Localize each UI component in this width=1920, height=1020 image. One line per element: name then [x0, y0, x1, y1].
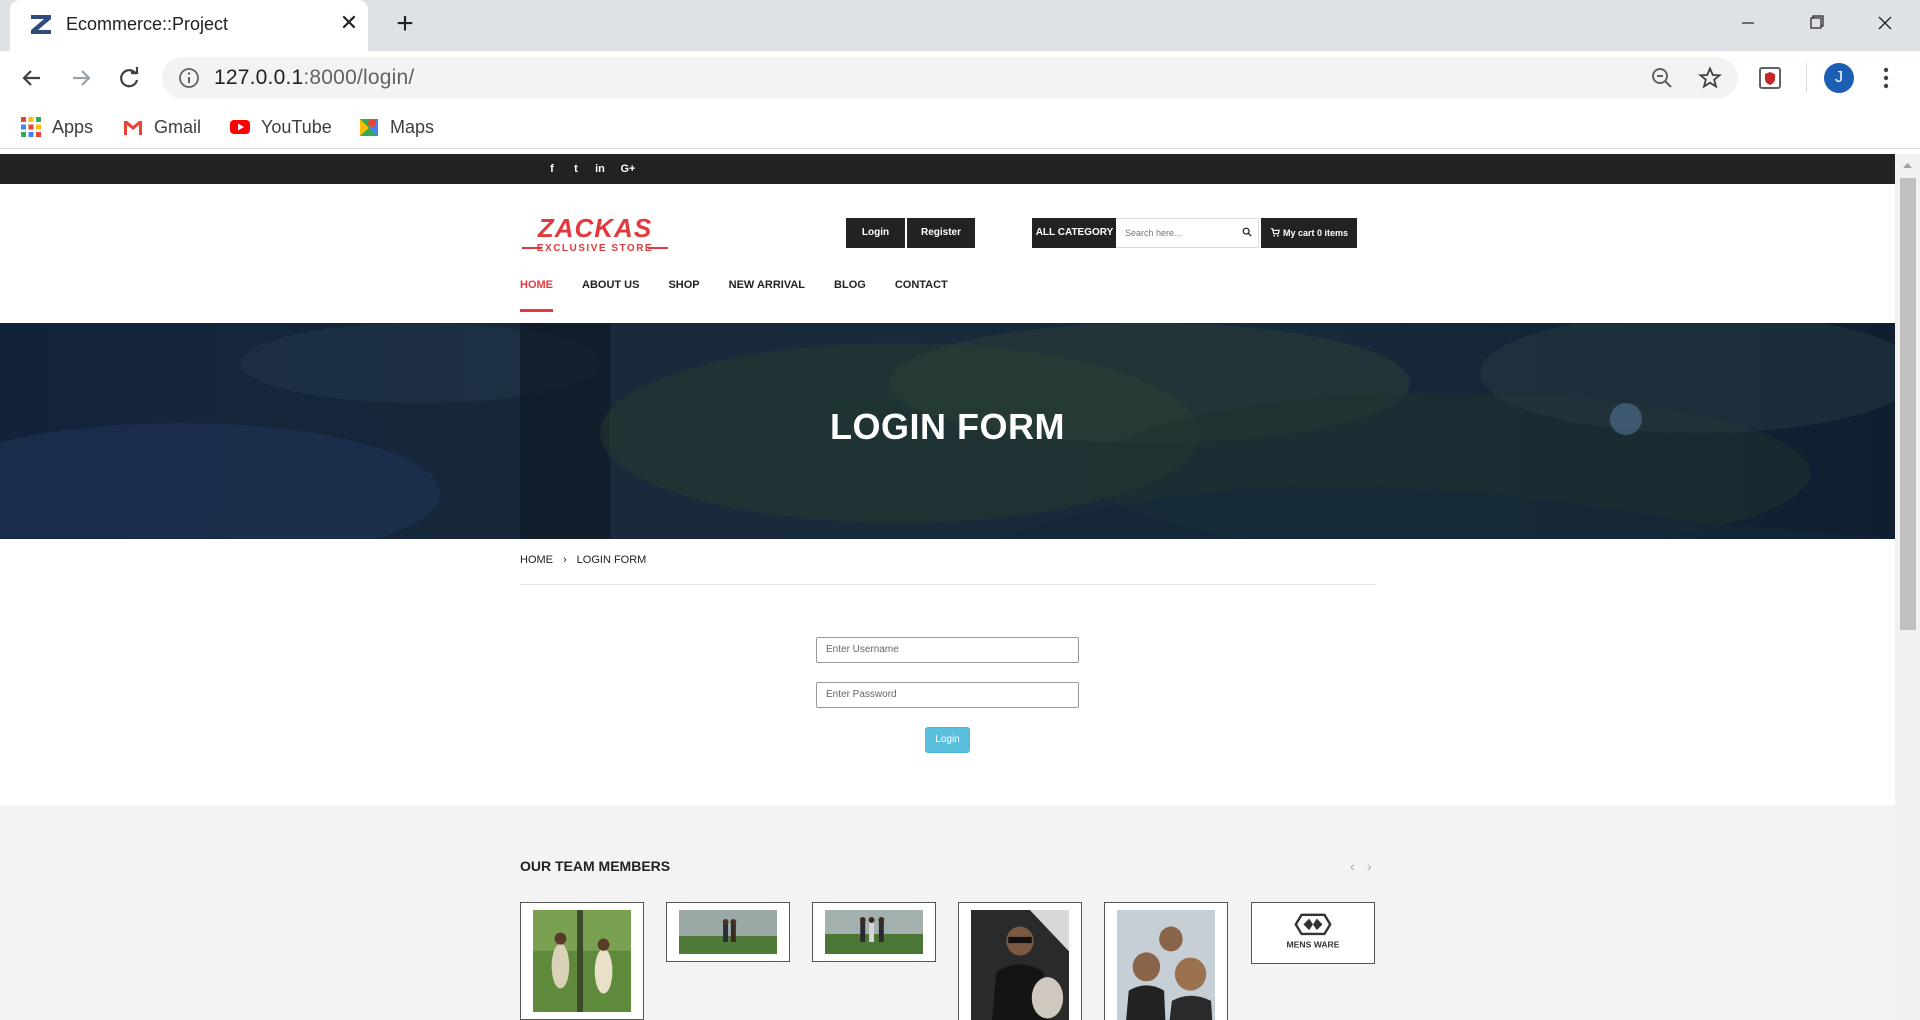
team-member-card[interactable]: [666, 902, 790, 962]
password-input[interactable]: Enter Password: [816, 682, 1079, 708]
breadcrumb-current: LOGIN FORM: [576, 554, 647, 566]
menu-item-new-arrival[interactable]: NEW ARRIVAL: [729, 276, 805, 312]
username-input[interactable]: Enter Username: [816, 637, 1079, 663]
forward-arrow-icon[interactable]: [65, 62, 97, 94]
search-icon[interactable]: [1235, 218, 1259, 248]
social-topbar: f t in G+: [0, 154, 1895, 184]
bookmark-youtube[interactable]: YouTube: [229, 113, 332, 141]
url-text: 127.0.0.1:8000/login/: [214, 66, 415, 89]
team-member-card[interactable]: [520, 902, 644, 1020]
close-tab-icon[interactable]: ✕: [336, 10, 362, 36]
scroll-up-arrow-icon[interactable]: [1895, 154, 1920, 176]
browser-toolbar: 127.0.0.1:8000/login/ J: [0, 51, 1920, 105]
breadcrumb: HOME › LOGIN FORM: [520, 554, 646, 566]
carousel-next-icon[interactable]: ›: [1367, 858, 1372, 874]
menu-item-about-us[interactable]: ABOUT US: [582, 276, 639, 312]
svg-text:EXCLUSIVE STORE: EXCLUSIVE STORE: [537, 243, 653, 254]
bookmarks-bar: Apps Gmail YouTube Maps: [0, 105, 1920, 149]
cart-label: My cart 0 items: [1282, 228, 1349, 238]
team-member-card[interactable]: MENS WARE: [1251, 902, 1375, 964]
all-category-button[interactable]: ALL CATEGORY: [1032, 218, 1117, 248]
team-title: OUR TEAM MEMBERS: [520, 858, 671, 874]
site-header: ZACKAS EXCLUSIVE STORE Login Register AL…: [0, 184, 1895, 312]
svg-text:MENS WARE: MENS WARE: [1287, 939, 1340, 949]
breadcrumb-home-link[interactable]: HOME: [520, 554, 553, 566]
bookmark-gmail[interactable]: Gmail: [122, 113, 201, 141]
team-photo: [1117, 910, 1215, 1020]
linkedin-icon[interactable]: in: [591, 160, 609, 178]
bookmark-label: Maps: [390, 116, 435, 137]
team-photo: [971, 910, 1069, 1020]
banner-title: LOGIN FORM: [830, 406, 1065, 447]
team-member-card[interactable]: [812, 902, 936, 962]
maps-icon: [360, 119, 378, 136]
facebook-icon[interactable]: f: [543, 160, 561, 178]
breadcrumb-divider: [520, 584, 1376, 585]
scrollbar-thumb[interactable]: [1900, 178, 1916, 630]
cart-button[interactable]: My cart 0 items: [1261, 218, 1357, 248]
reload-icon[interactable]: [113, 62, 145, 94]
back-arrow-icon[interactable]: [16, 62, 48, 94]
menu-item-shop[interactable]: SHOP: [668, 276, 699, 312]
team-section: OUR TEAM MEMBERS ‹ › MENS WARE: [0, 805, 1895, 1020]
site-favicon-icon: [31, 15, 51, 34]
restore-icon[interactable]: [1796, 8, 1836, 38]
bookmark-label: Gmail: [154, 116, 202, 137]
browser-menu-icon[interactable]: [1874, 65, 1898, 91]
menu-item-home[interactable]: HOME: [520, 276, 553, 312]
menu-item-contact[interactable]: CONTACT: [895, 276, 948, 312]
bookmark-star-icon[interactable]: [1698, 66, 1722, 90]
profile-avatar[interactable]: J: [1824, 63, 1854, 93]
zackas-logo[interactable]: ZACKAS EXCLUSIVE STORE: [520, 210, 670, 260]
header-register-button[interactable]: Register: [907, 218, 975, 248]
team-photo: [825, 910, 923, 954]
svg-text:ZACKAS: ZACKAS: [537, 213, 652, 243]
mens-ware-logo: MENS WARE: [1287, 913, 1340, 949]
login-submit-button[interactable]: Login: [925, 727, 970, 753]
menu-item-blog[interactable]: BLOG: [834, 276, 866, 312]
bookmark-label: Apps: [52, 116, 94, 137]
google-plus-icon[interactable]: G+: [617, 160, 639, 178]
page-viewport[interactable]: f t in G+ ZACKAS EXCLUSIVE STORE Login R…: [0, 154, 1920, 1020]
address-bar[interactable]: 127.0.0.1:8000/login/: [162, 57, 1738, 99]
minimize-icon[interactable]: [1728, 8, 1768, 38]
bookmark-maps[interactable]: Maps: [358, 113, 434, 141]
carousel-prev-icon[interactable]: ‹: [1350, 858, 1355, 874]
youtube-icon: [230, 120, 250, 134]
breadcrumb-separator: ›: [563, 554, 567, 566]
bookmark-label: YouTube: [261, 116, 332, 137]
main-menu: HOME ABOUT US SHOP NEW ARRIVAL BLOG CONT…: [520, 276, 977, 312]
team-member-card[interactable]: [958, 902, 1082, 1020]
team-photo: [533, 910, 631, 1012]
bookmark-apps[interactable]: Apps: [20, 113, 93, 141]
toolbar-divider: [1806, 63, 1807, 93]
apps-grid-icon: [21, 117, 41, 137]
zoom-out-icon[interactable]: [1650, 66, 1674, 90]
close-window-icon[interactable]: [1865, 8, 1905, 38]
site-info-icon[interactable]: [178, 67, 200, 89]
new-tab-icon[interactable]: +: [390, 9, 420, 39]
cart-icon: [1270, 228, 1280, 237]
team-member-card[interactable]: [1104, 902, 1228, 1020]
header-login-button[interactable]: Login: [846, 218, 905, 248]
tab-strip: Ecommerce::Project ✕ +: [0, 0, 1920, 51]
twitter-icon[interactable]: t: [567, 160, 585, 178]
gmail-icon: [124, 121, 142, 135]
tab-title: Ecommerce::Project: [66, 14, 229, 34]
page-banner: LOGIN FORM: [0, 323, 1895, 539]
extension-shield-icon[interactable]: [1757, 65, 1783, 91]
browser-tab[interactable]: Ecommerce::Project ✕: [10, 0, 368, 51]
page-scrollbar[interactable]: [1895, 154, 1920, 1020]
team-photo: [679, 910, 777, 954]
